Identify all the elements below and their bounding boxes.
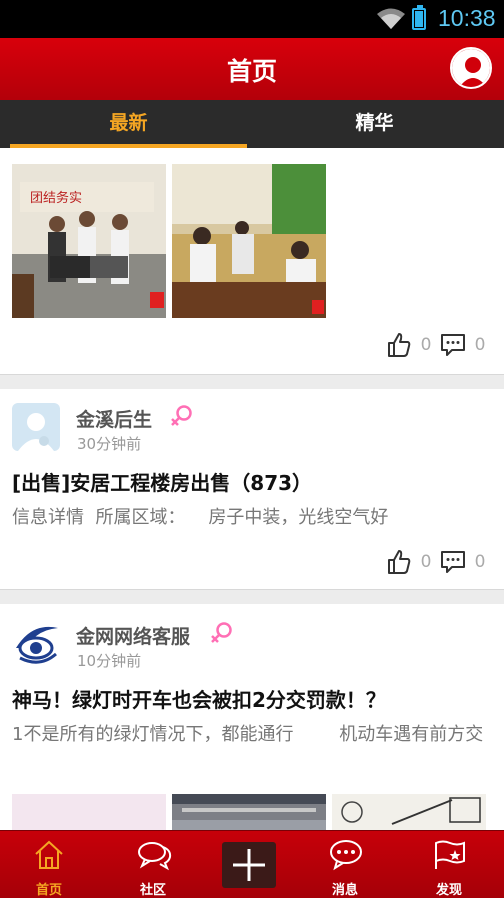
post-image[interactable]: [332, 794, 486, 834]
like-count: 0: [420, 552, 432, 572]
post-description: 1不是所有的绿灯情况下，都能通行 机动车遇有前方交: [12, 724, 484, 745]
app-header: 首页: [0, 38, 504, 100]
comment-icon[interactable]: [440, 332, 466, 358]
nav-home-label: 首页: [35, 883, 62, 898]
tab-featured[interactable]: 精华: [256, 100, 493, 148]
divider: [0, 374, 504, 375]
author-name[interactable]: 金网网络客服: [76, 622, 190, 649]
feed-card[interactable]: 团结务实 0 0: [0, 148, 504, 374]
profile-avatar-button[interactable]: [450, 47, 492, 89]
comment-count: 0: [474, 552, 486, 572]
like-icon[interactable]: [386, 549, 412, 575]
post-title[interactable]: 神马！绿灯时开车也会被扣2分交罚款！？: [12, 684, 492, 713]
comment-count: 0: [474, 335, 486, 355]
female-icon: [171, 405, 192, 426]
battery-icon: [412, 5, 426, 30]
post-title[interactable]: [出售]安居工程楼房出售（873）: [12, 467, 492, 496]
nav-discover-label: 发现: [435, 883, 462, 898]
avatar[interactable]: [12, 618, 60, 666]
post-image[interactable]: [12, 794, 166, 834]
female-icon: [211, 622, 232, 643]
avatar[interactable]: [12, 403, 60, 451]
svg-text:团结务实: 团结务实: [30, 190, 82, 206]
feed-card[interactable]: 金溪后生 30分钟前 [出售]安居工程楼房出售（873） 信息详情 所属区域： …: [0, 389, 504, 589]
nav-community[interactable]: 社区: [118, 831, 188, 898]
post-actions: 0 0: [386, 332, 488, 358]
post-actions: 0 0: [386, 549, 488, 575]
divider: [0, 589, 504, 590]
comment-icon[interactable]: [440, 549, 466, 575]
page-title: 首页: [226, 57, 277, 86]
home-icon: [35, 840, 63, 869]
discover-flag-icon: [435, 840, 465, 869]
nav-messages[interactable]: 消息: [310, 831, 380, 898]
post-description: 信息详情 所属区域： 房子中装，光线空气好: [12, 507, 389, 528]
plus-icon: [233, 849, 265, 881]
post-time: 10分钟前: [77, 652, 142, 670]
feed-card[interactable]: 金网网络客服 10分钟前 神马！绿灯时开车也会被扣2分交罚款！？ 1不是所有的绿…: [0, 604, 504, 834]
nav-home[interactable]: 首页: [14, 831, 84, 898]
wifi-icon: [377, 8, 405, 29]
message-icon: [330, 840, 362, 871]
like-icon[interactable]: [386, 332, 412, 358]
feed-tabs: 最新 精华: [0, 100, 504, 148]
status-bar: 10:38: [0, 0, 504, 38]
nav-messages-label: 消息: [331, 883, 358, 898]
chat-bubbles-icon: [138, 842, 172, 871]
like-count: 0: [420, 335, 432, 355]
status-time: 10:38: [438, 5, 496, 31]
post-image[interactable]: [172, 794, 326, 834]
bottom-nav: 首页 社区 消息 发现: [0, 830, 504, 898]
post-time: 30分钟前: [77, 435, 142, 453]
post-image[interactable]: [172, 164, 326, 318]
nav-community-label: 社区: [139, 883, 166, 898]
tab-latest[interactable]: 最新: [10, 100, 247, 148]
add-post-button[interactable]: [222, 842, 276, 888]
author-name[interactable]: 金溪后生: [76, 405, 152, 432]
post-image[interactable]: 团结务实: [12, 164, 166, 318]
nav-discover[interactable]: 发现: [414, 831, 484, 898]
